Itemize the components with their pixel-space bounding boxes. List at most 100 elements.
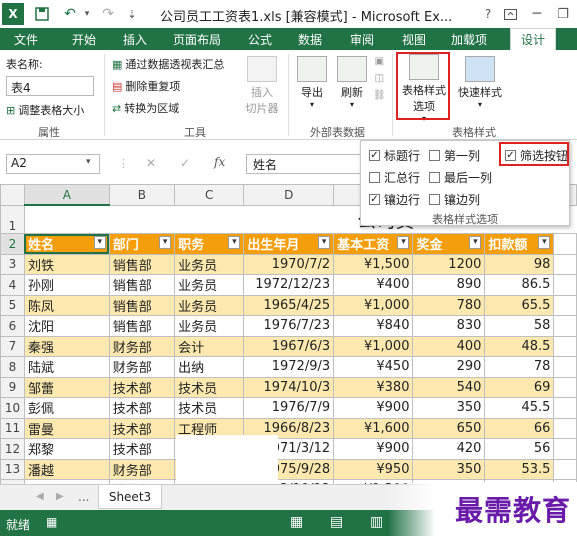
- table-cell[interactable]: ¥450: [333, 356, 414, 378]
- select-all-corner[interactable]: [0, 184, 25, 206]
- row-header[interactable]: 11: [0, 417, 25, 439]
- table-cell[interactable]: ¥380: [333, 376, 414, 398]
- row-header[interactable]: 7: [0, 335, 25, 357]
- redo-icon[interactable]: ↷: [98, 4, 118, 24]
- table-cell[interactable]: 58: [484, 315, 555, 337]
- empty-cell[interactable]: [553, 335, 577, 357]
- formula-input[interactable]: 姓名: [246, 154, 366, 174]
- properties-icon[interactable]: ▣: [375, 56, 384, 67]
- filter-dropdown-icon[interactable]: ▾: [318, 236, 331, 250]
- table-cell[interactable]: 雷曼: [23, 417, 110, 439]
- table-header-cell[interactable]: ▾ 扣款额: [484, 233, 555, 255]
- resize-table-button[interactable]: ⊞ 调整表格大小: [6, 102, 84, 118]
- table-cell[interactable]: 1976/7/9: [243, 397, 335, 419]
- table-cell[interactable]: 沈阳: [23, 315, 110, 337]
- page-break-view-icon[interactable]: ▥: [370, 514, 383, 530]
- table-cell[interactable]: 1976/7/23: [243, 315, 335, 337]
- quick-styles-button[interactable]: 快速样式 ▾: [454, 56, 506, 109]
- table-cell[interactable]: ¥1,500: [333, 253, 414, 275]
- table-cell[interactable]: 业务员: [174, 294, 245, 316]
- table-cell[interactable]: 45.5: [484, 397, 555, 419]
- sheet-next-button[interactable]: ▶: [56, 491, 64, 502]
- table-cell[interactable]: 290: [412, 356, 486, 378]
- tab-add-ins[interactable]: 加载项: [451, 31, 487, 48]
- table-cell[interactable]: 秦强: [23, 335, 110, 357]
- table-cell[interactable]: 销售部: [108, 274, 176, 296]
- tab-data[interactable]: 数据: [298, 31, 322, 48]
- table-style-options-button[interactable]: 表格样式 选项 ▾: [398, 54, 450, 123]
- empty-cell[interactable]: [553, 294, 577, 316]
- empty-cell[interactable]: [553, 417, 577, 439]
- table-cell[interactable]: 1970/7/2: [243, 253, 335, 275]
- table-cell[interactable]: 890: [412, 274, 486, 296]
- filter-dropdown-icon[interactable]: ▾: [159, 236, 172, 250]
- row-header[interactable]: 8: [0, 356, 25, 378]
- table-cell[interactable]: 540: [412, 376, 486, 398]
- filter-dropdown-icon[interactable]: ▾: [397, 236, 410, 250]
- table-header-cell[interactable]: ▾ 职务: [174, 233, 245, 255]
- tab-page-layout[interactable]: 页面布局: [173, 31, 221, 48]
- table-cell[interactable]: 78: [484, 356, 555, 378]
- table-cell[interactable]: 郑黎: [23, 438, 110, 460]
- table-cell[interactable]: 56: [484, 438, 555, 460]
- insert-slicer-button[interactable]: 插入 切片器: [242, 56, 282, 116]
- table-cell[interactable]: 技术部: [108, 417, 176, 439]
- table-header-cell[interactable]: ▾ 基本工资: [333, 233, 414, 255]
- tab-insert[interactable]: 插入: [123, 31, 147, 48]
- open-browser-icon[interactable]: ◫: [375, 73, 384, 84]
- table-header-cell[interactable]: ▾ 部门: [108, 233, 176, 255]
- table-cell[interactable]: 1974/10/3: [243, 376, 335, 398]
- table-cell[interactable]: ¥400: [333, 274, 414, 296]
- column-header[interactable]: A: [23, 184, 110, 206]
- table-cell[interactable]: 1967/6/3: [243, 335, 335, 357]
- page-layout-view-icon[interactable]: ▤: [330, 514, 343, 530]
- table-cell[interactable]: ¥950: [333, 458, 414, 480]
- tab-formulas[interactable]: 公式: [248, 31, 272, 48]
- name-box-dropdown-icon[interactable]: ▾: [86, 157, 91, 167]
- row-header[interactable]: 2: [0, 233, 25, 255]
- table-cell[interactable]: 技术部: [108, 397, 176, 419]
- table-cell[interactable]: 53.5: [484, 458, 555, 480]
- tab-home[interactable]: 开始: [72, 31, 96, 48]
- sheet-prev-button[interactable]: ◀: [36, 491, 44, 502]
- table-cell[interactable]: 业务员: [174, 253, 245, 275]
- filter-dropdown-icon[interactable]: ▾: [469, 236, 482, 250]
- filter-dropdown-icon[interactable]: ▾: [228, 236, 241, 250]
- row-header[interactable]: 4: [0, 274, 25, 296]
- empty-cell[interactable]: [553, 376, 577, 398]
- table-cell[interactable]: ¥840: [333, 315, 414, 337]
- empty-cell[interactable]: [553, 253, 577, 275]
- total-row-checkbox[interactable]: 汇总行: [369, 169, 420, 186]
- table-cell[interactable]: 86.5: [484, 274, 555, 296]
- table-cell[interactable]: 技术部: [108, 438, 176, 460]
- empty-cell[interactable]: [553, 397, 577, 419]
- table-cell[interactable]: 400: [412, 335, 486, 357]
- table-cell[interactable]: 1200: [412, 253, 486, 275]
- sheet-tab[interactable]: Sheet3: [98, 485, 162, 509]
- minimize-button[interactable]: ─: [528, 4, 546, 24]
- table-cell[interactable]: 420: [412, 438, 486, 460]
- table-cell[interactable]: 孙刚: [23, 274, 110, 296]
- table-cell[interactable]: ¥900: [333, 438, 414, 460]
- export-button[interactable]: 导出 ▾: [294, 56, 330, 109]
- row-header[interactable]: 13: [0, 458, 25, 480]
- table-cell[interactable]: 69: [484, 376, 555, 398]
- table-cell[interactable]: 潘越: [23, 458, 110, 480]
- empty-cell[interactable]: [553, 356, 577, 378]
- summarize-pivot-button[interactable]: ▦ 通过数据透视表汇总: [112, 56, 224, 72]
- row-header[interactable]: 12: [0, 438, 25, 460]
- table-cell[interactable]: 技术部: [108, 376, 176, 398]
- column-header[interactable]: B: [108, 184, 176, 206]
- row-header[interactable]: 5: [0, 294, 25, 316]
- normal-view-icon[interactable]: ▦: [290, 514, 303, 530]
- refresh-button[interactable]: 刷新 ▾: [334, 56, 370, 109]
- table-cell[interactable]: 销售部: [108, 294, 176, 316]
- last-column-checkbox[interactable]: 最后一列: [429, 169, 492, 186]
- column-header[interactable]: C: [174, 184, 245, 206]
- first-column-checkbox[interactable]: 第一列: [429, 147, 480, 164]
- table-cell[interactable]: ¥1,000: [333, 294, 414, 316]
- table-cell[interactable]: 财务部: [108, 335, 176, 357]
- table-cell[interactable]: ¥1,600: [333, 417, 414, 439]
- tab-design[interactable]: 设计: [510, 28, 557, 50]
- worksheet-grid[interactable]: A B C D E F G 1 公司员 2 ▾姓名▾部门▾职务▾出生年月▾基本工…: [0, 184, 577, 484]
